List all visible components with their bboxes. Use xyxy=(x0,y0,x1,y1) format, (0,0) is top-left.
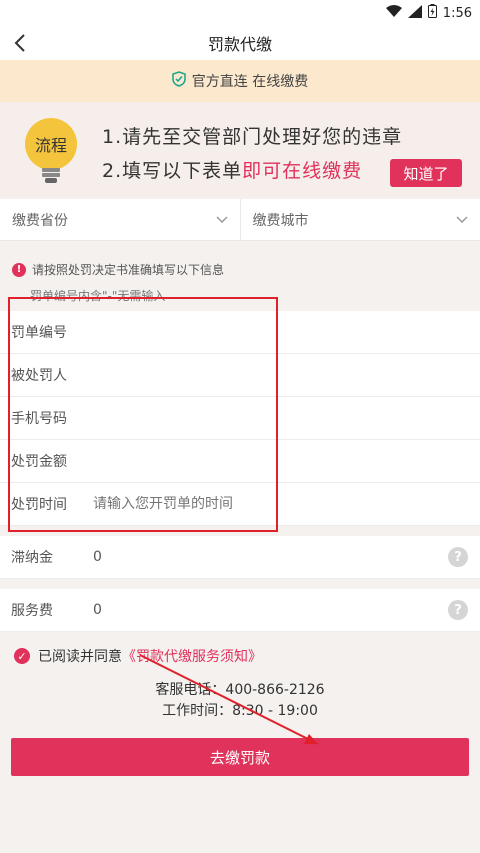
province-select[interactable]: 缴费省份 xyxy=(0,199,240,240)
time-label: 处罚时间 xyxy=(11,497,67,513)
process-step-2-highlight: 即可在线缴费 xyxy=(242,160,363,182)
chevron-down-icon xyxy=(456,215,468,223)
notice-line-1: 请按照处罚决定书准确填写以下信息 xyxy=(32,263,225,277)
process-badge: 流程 xyxy=(35,136,67,155)
phone-field[interactable]: 手机号码 xyxy=(0,397,480,440)
wifi-icon xyxy=(385,4,402,22)
service-terms-link[interactable]: 《罚款代缴服务须知》 xyxy=(122,646,262,666)
ticket-number-field[interactable]: 罚单编号 xyxy=(0,311,480,354)
process-step-2: 2.填写以下表单即可在线缴费 xyxy=(102,160,363,182)
app-header: 罚款代缴 xyxy=(0,26,480,60)
page-title: 罚款代缴 xyxy=(207,35,272,54)
lightbulb-icon: 流程 xyxy=(18,116,84,186)
city-select-label: 缴费城市 xyxy=(252,212,309,229)
official-text: 官方直连 在线缴费 xyxy=(191,74,309,90)
time-field: 处罚时间 xyxy=(0,483,480,526)
help-icon[interactable]: ? xyxy=(448,547,468,567)
know-button[interactable]: 知道了 xyxy=(390,159,462,187)
phone-label: 手机号码 xyxy=(11,411,67,427)
late-fee-row: 滞纳金 0 ? xyxy=(0,536,480,579)
ticket-form: 罚单编号 被处罚人 手机号码 处罚金额 处罚时间 xyxy=(0,311,480,526)
contact-hours: 工作时间：8:30 - 19:00 xyxy=(162,703,318,719)
contact-info: 客服电话：400-866-2126 工作时间：8:30 - 19:00 xyxy=(0,680,480,722)
chevron-down-icon xyxy=(215,215,228,223)
amount-field[interactable]: 处罚金额 xyxy=(0,440,480,483)
agree-checkbox[interactable]: ✓ xyxy=(14,648,30,664)
person-label: 被处罚人 xyxy=(11,368,67,384)
service-fee-label: 服务费 xyxy=(11,603,53,619)
notice-line-2: 罚单编号内含"-"无需输入 xyxy=(30,289,166,303)
time-input[interactable] xyxy=(93,496,393,512)
status-time: 1:56 xyxy=(442,5,472,21)
submit-button[interactable]: 去缴罚款 xyxy=(11,738,469,776)
late-fee-label: 滞纳金 xyxy=(11,550,53,566)
service-fee-value: 0 xyxy=(93,602,102,618)
process-steps: 1.请先至交管部门处理好您的违章 2.填写以下表单即可在线缴费 xyxy=(102,120,402,188)
late-fee-value: 0 xyxy=(93,549,102,565)
agree-text: 已阅读并同意 xyxy=(38,649,122,665)
battery-icon xyxy=(427,4,437,22)
amount-label: 处罚金额 xyxy=(11,454,67,470)
shield-check-icon xyxy=(172,71,186,91)
city-select[interactable]: 缴费城市 xyxy=(239,199,480,240)
exclamation-icon: ! xyxy=(12,262,26,277)
official-banner: 官方直连 在线缴费 xyxy=(0,60,480,102)
process-step-1: 1.请先至交管部门处理好您的违章 xyxy=(102,126,403,148)
signal-icon xyxy=(407,4,422,22)
ticket-number-label: 罚单编号 xyxy=(11,325,67,341)
status-bar: 1:56 xyxy=(0,0,480,26)
province-select-label: 缴费省份 xyxy=(12,212,68,229)
contact-phone: 客服电话：400-866-2126 xyxy=(155,682,325,698)
region-selectors: 缴费省份 缴费城市 xyxy=(0,199,480,241)
process-panel: 流程 1.请先至交管部门处理好您的违章 2.填写以下表单即可在线缴费 知道了 xyxy=(0,102,480,197)
back-button[interactable] xyxy=(8,30,32,56)
form-notice: ! 请按照处罚决定书准确填写以下信息 罚单编号内含"-"无需输入 xyxy=(0,241,480,311)
help-icon[interactable]: ? xyxy=(448,600,468,620)
back-arrow-icon xyxy=(14,34,25,52)
person-field[interactable]: 被处罚人 xyxy=(0,354,480,397)
service-fee-row: 服务费 0 ? xyxy=(0,589,480,632)
agreement-row: ✓ 已阅读并同意 《罚款代缴服务须知》 xyxy=(0,636,480,676)
